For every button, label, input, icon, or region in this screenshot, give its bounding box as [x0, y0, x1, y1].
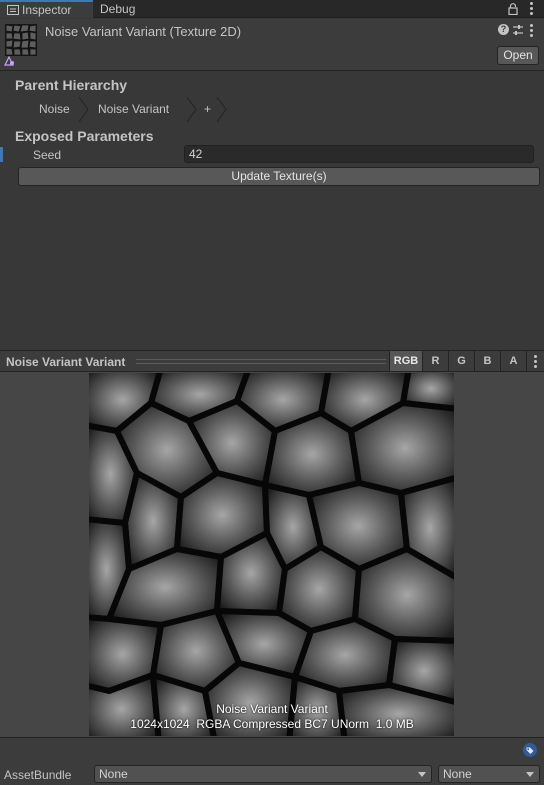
help-icon[interactable]: ? — [498, 24, 509, 35]
breadcrumb-noise[interactable]: Noise — [27, 97, 79, 122]
header-kebab-icon[interactable] — [530, 24, 533, 39]
chevron-down-icon — [418, 772, 426, 777]
channel-a-button[interactable]: A — [500, 351, 526, 371]
assetbundle-name-dropdown[interactable]: None — [94, 765, 432, 783]
tab-debug[interactable]: Debug — [100, 0, 135, 18]
texture-preview-area: Noise Variant Variant 1024x1024 RGBA Com… — [0, 372, 544, 737]
modified-marker — [0, 147, 3, 162]
lock-icon[interactable] — [508, 3, 518, 15]
settings-icon[interactable] — [512, 24, 524, 36]
seed-label: Seed — [33, 148, 62, 162]
channel-rgb-button[interactable]: RGB — [389, 351, 422, 371]
asset-header: Noise Variant Variant (Texture 2D) ? Ope… — [0, 19, 544, 71]
voronoi-texture-preview — [89, 373, 454, 736]
variant-badge-icon — [4, 56, 14, 66]
open-button[interactable]: Open — [497, 46, 539, 65]
breadcrumb-add[interactable]: + — [197, 97, 219, 122]
tag-icon[interactable] — [522, 743, 538, 757]
asset-title: Noise Variant Variant (Texture 2D) — [45, 24, 242, 39]
update-textures-button[interactable]: Update Texture(s) — [18, 167, 540, 186]
drag-grip[interactable] — [136, 359, 386, 364]
parent-hierarchy-title: Parent Hierarchy — [15, 77, 128, 93]
asset-thumbnail — [5, 24, 37, 56]
chevron-down-icon — [526, 772, 534, 777]
seed-field[interactable]: 42 — [184, 145, 534, 163]
texture-name-label: Noise Variant Variant — [216, 702, 328, 716]
channel-b-button[interactable]: B — [474, 351, 500, 371]
assetbundle-name-value: None — [99, 767, 128, 781]
tab-debug-label: Debug — [100, 2, 136, 16]
tab-inspector[interactable]: Inspector — [0, 0, 93, 18]
breadcrumb-separator — [217, 97, 227, 122]
channel-r-button[interactable]: R — [422, 351, 448, 371]
assetbundle-footer: AssetBundle None None — [0, 737, 544, 785]
preview-header: Noise Variant Variant RGB R G B A — [0, 350, 544, 372]
tab-inspector-label: Inspector — [22, 3, 72, 17]
assetbundle-variant-value: None — [443, 767, 472, 781]
assetbundle-variant-dropdown[interactable]: None — [438, 765, 540, 783]
inspector-tab-icon — [7, 5, 19, 15]
preview-title: Noise Variant Variant — [6, 355, 126, 369]
channel-g-button[interactable]: G — [448, 351, 474, 371]
texture-info-label: 1024x1024 RGBA Compressed BC7 UNorm 1.0 … — [130, 717, 414, 731]
tab-tools — [508, 2, 538, 16]
preview-kebab-icon — [534, 355, 537, 370]
preview-menu[interactable] — [526, 351, 544, 371]
breadcrumb-noise-variant[interactable]: Noise Variant — [89, 97, 187, 122]
assetbundle-label: AssetBundle — [4, 768, 72, 782]
kebab-menu-icon[interactable] — [530, 2, 533, 17]
header-icons: ? — [498, 24, 538, 38]
tab-bar: Inspector Debug — [0, 0, 544, 18]
exposed-parameters-title: Exposed Parameters — [15, 128, 154, 144]
